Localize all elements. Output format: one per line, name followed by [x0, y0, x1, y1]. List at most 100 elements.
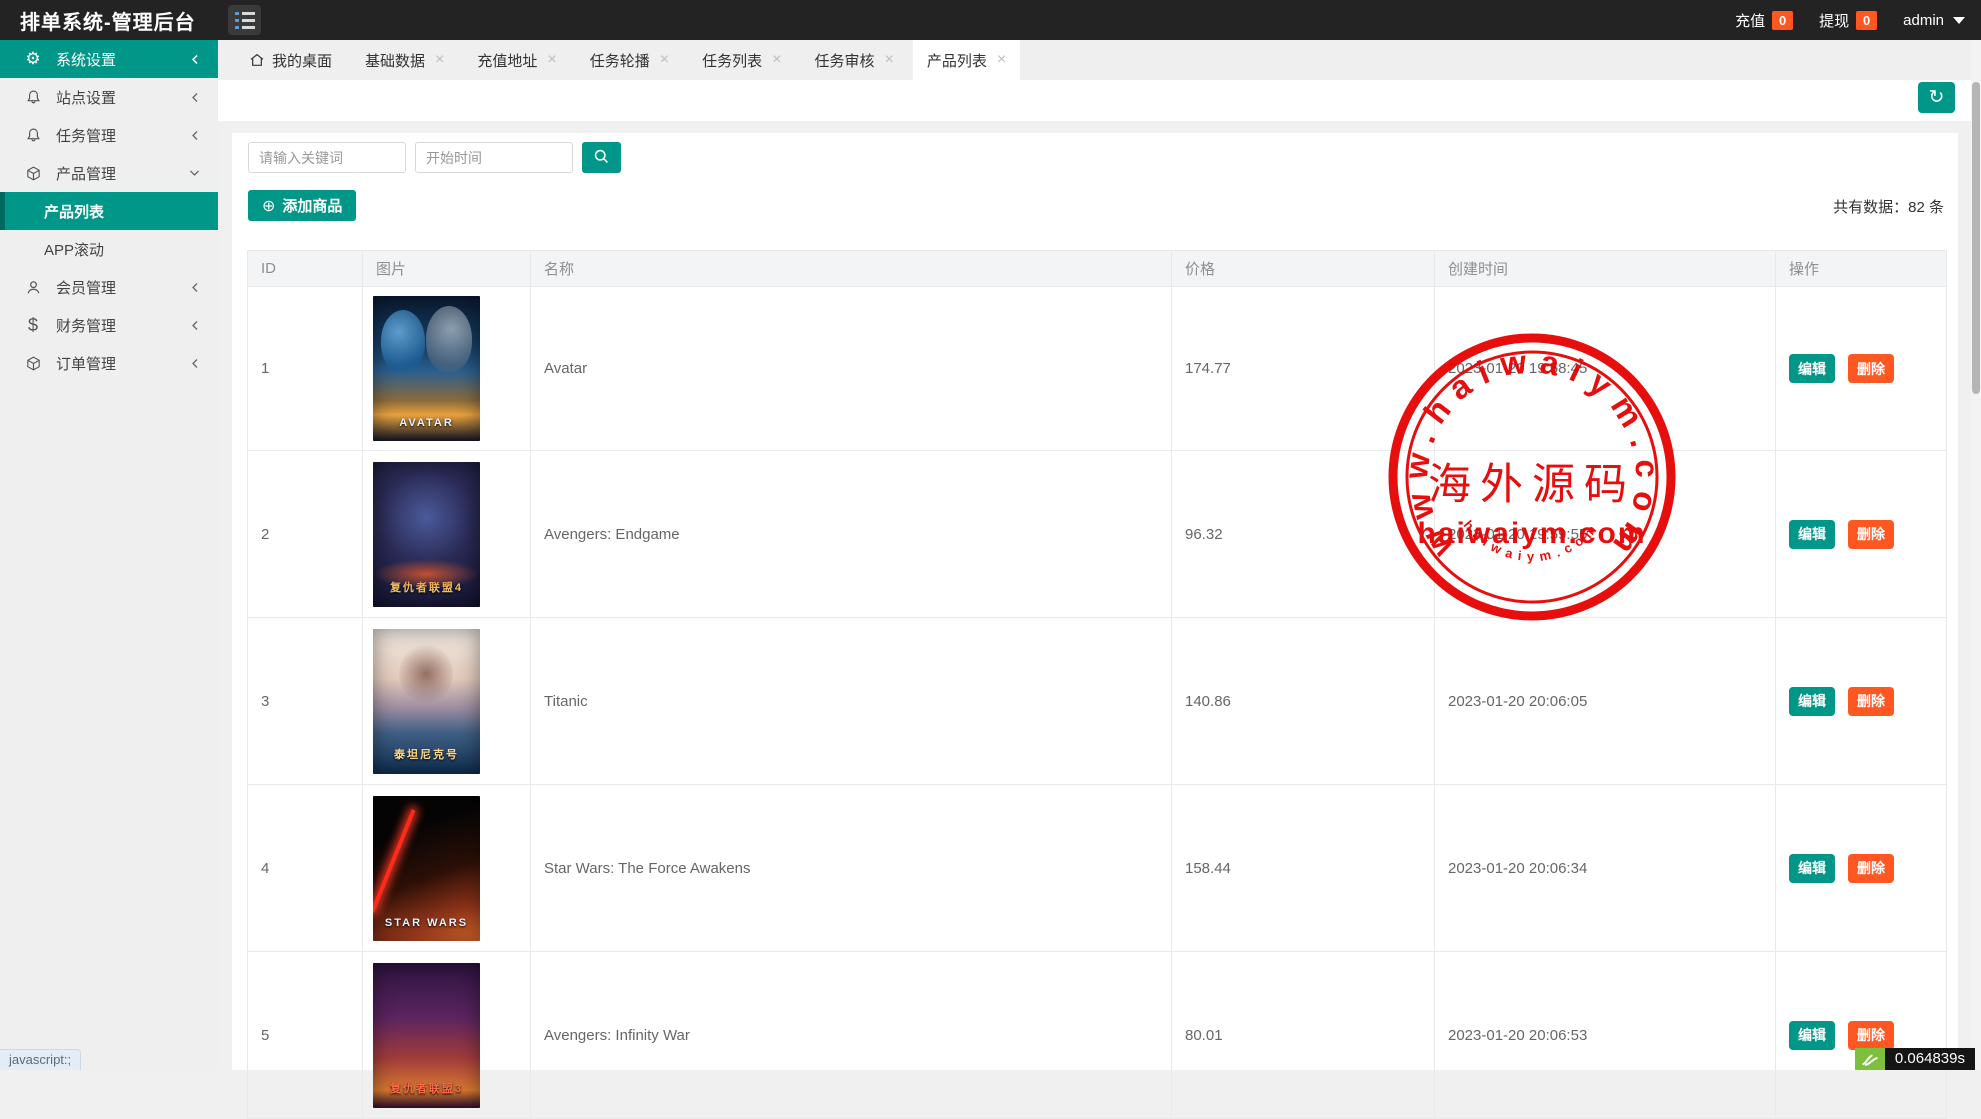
close-icon[interactable]: ×	[884, 52, 893, 68]
hamburger-icon	[235, 12, 261, 15]
delete-button[interactable]: 删除	[1848, 687, 1894, 716]
content-panel: ⊕ 添加商品 共有数据：82 条 ID 图片 名称 价格 创建时间 操作 1 A…	[232, 133, 1958, 1070]
cell-id: 5	[248, 952, 363, 1119]
cube-icon	[22, 165, 44, 182]
chevron-down-icon	[189, 168, 200, 178]
cell-id: 1	[248, 287, 363, 451]
product-image[interactable]: 复仇者联盟3	[373, 963, 480, 1108]
table-row: 1 AVATAR Avatar 174.77 2023-01-20 19:58:…	[248, 287, 1947, 451]
tab-task-list[interactable]: 任务列表 ×	[688, 40, 795, 80]
chevron-left-icon	[190, 130, 200, 141]
search-button[interactable]	[582, 142, 621, 173]
delete-button[interactable]: 删除	[1848, 854, 1894, 883]
sidebar-item-system-settings[interactable]: ⚙ 系统设置	[0, 40, 218, 78]
close-icon[interactable]: ×	[435, 52, 444, 68]
cell-price: 158.44	[1172, 785, 1435, 952]
withdraw-count-badge: 0	[1856, 11, 1877, 30]
cell-created: 2023-01-20 20:06:34	[1435, 785, 1776, 952]
username: admin	[1903, 12, 1944, 29]
vertical-scrollbar[interactable]	[1971, 40, 1981, 1070]
product-image[interactable]: AVATAR	[373, 296, 480, 441]
add-product-button[interactable]: ⊕ 添加商品	[248, 190, 356, 221]
edit-button[interactable]: 编辑	[1789, 687, 1835, 716]
toolbar-row: ↻	[218, 80, 1981, 121]
plus-circle-icon: ⊕	[262, 196, 275, 216]
col-header-price: 价格	[1172, 251, 1435, 287]
edit-button[interactable]: 编辑	[1789, 1021, 1835, 1050]
chevron-left-icon	[190, 54, 200, 65]
chevron-left-icon	[190, 92, 200, 103]
total-count: 共有数据：82 条	[1833, 196, 1944, 217]
topbar-right: 充值 0 提现 0 admin	[1735, 0, 1965, 40]
bell-icon	[22, 127, 44, 144]
chevron-down-icon	[1953, 17, 1965, 24]
close-icon[interactable]: ×	[660, 52, 669, 68]
col-header-id: ID	[248, 251, 363, 287]
dollar-icon: $	[22, 315, 44, 336]
cell-name: Avengers: Endgame	[531, 451, 1172, 618]
link-status-hint: javascript:;	[0, 1049, 81, 1070]
tab-task-carousel[interactable]: 任务轮播 ×	[576, 40, 683, 80]
product-table: ID 图片 名称 价格 创建时间 操作 1 AVATAR Avatar 174.…	[247, 250, 1947, 1119]
sidebar-item-app-scroll[interactable]: APP滚动	[0, 230, 218, 268]
delete-button[interactable]: 删除	[1848, 520, 1894, 549]
close-icon[interactable]: ×	[547, 52, 556, 68]
thinkphp-logo-icon[interactable]	[1855, 1048, 1885, 1070]
tab-basic-data[interactable]: 基础数据 ×	[351, 40, 458, 80]
cell-price: 140.86	[1172, 618, 1435, 785]
cell-name: Avatar	[531, 287, 1172, 451]
scrollbar-thumb[interactable]	[1972, 82, 1980, 394]
sidebar-item-member-management[interactable]: 会员管理	[0, 268, 218, 306]
tab-recharge-address[interactable]: 充值地址 ×	[463, 40, 570, 80]
cell-name: Star Wars: The Force Awakens	[531, 785, 1172, 952]
product-image[interactable]: STAR WARS	[373, 796, 480, 941]
col-header-created: 创建时间	[1435, 251, 1776, 287]
delete-button[interactable]: 删除	[1848, 1021, 1894, 1050]
home-icon	[249, 52, 265, 68]
sidebar-item-product-management[interactable]: 产品管理	[0, 154, 218, 192]
chevron-left-icon	[190, 282, 200, 293]
user-menu[interactable]: admin	[1903, 12, 1965, 29]
cell-price: 96.32	[1172, 451, 1435, 618]
refresh-button[interactable]: ↻	[1918, 82, 1955, 113]
table-row: 4 STAR WARS Star Wars: The Force Awakens…	[248, 785, 1947, 952]
start-time-input[interactable]	[415, 142, 573, 173]
search-icon	[593, 148, 610, 168]
close-icon[interactable]: ×	[997, 52, 1006, 68]
table-row: 2 复仇者联盟4 Avengers: Endgame 96.32 2023-01…	[248, 451, 1947, 618]
sidebar-item-order-management[interactable]: 订单管理	[0, 344, 218, 382]
edit-button[interactable]: 编辑	[1789, 354, 1835, 383]
sidebar-item-site-settings[interactable]: 站点设置	[0, 78, 218, 116]
cell-price: 174.77	[1172, 287, 1435, 451]
chevron-left-icon	[190, 320, 200, 331]
cell-name: Titanic	[531, 618, 1172, 785]
cell-price: 80.01	[1172, 952, 1435, 1119]
keyword-input[interactable]	[248, 142, 406, 173]
col-header-name: 名称	[531, 251, 1172, 287]
recharge-count-badge: 0	[1772, 11, 1793, 30]
product-image[interactable]: 泰坦尼克号	[373, 629, 480, 774]
gear-icon: ⚙	[22, 49, 44, 69]
close-icon[interactable]: ×	[772, 52, 781, 68]
tab-my-desktop[interactable]: 我的桌面	[235, 40, 346, 80]
sidebar-item-product-list[interactable]: 产品列表	[0, 192, 218, 230]
edit-button[interactable]: 编辑	[1789, 854, 1835, 883]
delete-button[interactable]: 删除	[1848, 354, 1894, 383]
cell-name: Avengers: Infinity War	[531, 952, 1172, 1119]
cell-id: 4	[248, 785, 363, 952]
tab-product-list[interactable]: 产品列表 ×	[913, 40, 1020, 80]
edit-button[interactable]: 编辑	[1789, 520, 1835, 549]
product-image[interactable]: 复仇者联盟4	[373, 462, 480, 607]
sidebar-item-task-management[interactable]: 任务管理	[0, 116, 218, 154]
tab-task-review[interactable]: 任务审核 ×	[800, 40, 907, 80]
recharge-link[interactable]: 充值 0	[1735, 10, 1793, 31]
cube-icon	[22, 355, 44, 372]
withdraw-link[interactable]: 提现 0	[1819, 10, 1877, 31]
exec-time-badge: 0.064839s	[1885, 1048, 1975, 1070]
sidebar-item-finance-management[interactable]: $ 财务管理	[0, 306, 218, 344]
sidebar-toggle-button[interactable]	[228, 5, 261, 35]
cell-id: 3	[248, 618, 363, 785]
cell-created: 2023-01-20 19:58:45	[1435, 287, 1776, 451]
runtime-indicator: 0.064839s	[1855, 1048, 1975, 1070]
tab-bar: 我的桌面 基础数据 × 充值地址 × 任务轮播 × 任务列表 × 任务审核 × …	[218, 40, 1981, 80]
